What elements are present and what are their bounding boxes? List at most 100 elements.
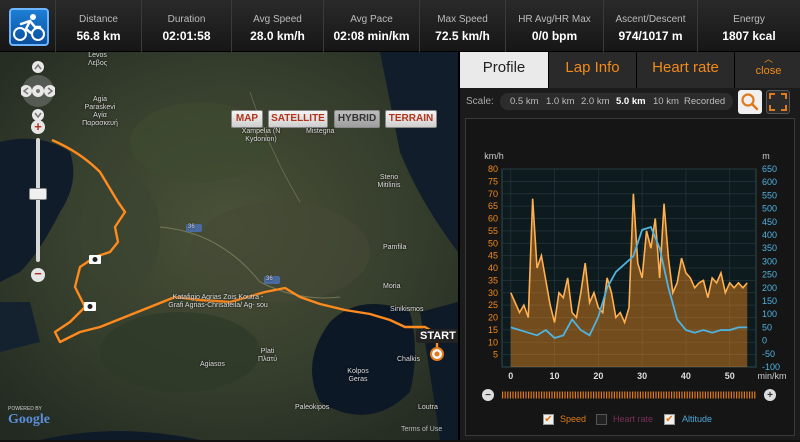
stat-value: 28.0 km/h [250, 29, 305, 43]
range-left-glyph: − [485, 390, 491, 401]
y-left-axis-label: km/h [484, 151, 504, 161]
stat-ascent-descent: Ascent/Descent 974/1017 m [603, 0, 697, 52]
y-right-tick-label: 650 [762, 164, 777, 174]
legend-heart-rate-label: Heart rate [613, 414, 654, 424]
y-right-tick-label: 400 [762, 230, 777, 240]
stat-energy: Energy 1807 kcal [697, 0, 800, 52]
y-left-tick-label: 40 [488, 263, 498, 273]
x-tick-label: 30 [637, 371, 647, 381]
stat-value: 974/1017 m [618, 29, 683, 43]
y-right-tick-label: 450 [762, 217, 777, 227]
fullscreen-button[interactable] [766, 90, 790, 114]
y-left-tick-label: 80 [488, 164, 498, 174]
legend-speed-checkbox[interactable]: ✔ [543, 414, 554, 425]
tab-heart-rate[interactable]: Heart rate [636, 52, 734, 88]
y-left-tick-label: 75 [488, 176, 498, 186]
place-label: Kolpos Geras [347, 368, 369, 383]
profile-chart[interactable]: 5101520253035404550556065707580-100-5005… [466, 119, 796, 437]
stat-distance: Distance 56.8 km [55, 0, 141, 52]
place-label: Sinikismos [390, 306, 424, 313]
stat-heart-rate: HR Avg/HR Max 0/0 bpm [505, 0, 603, 52]
scale-option-selected[interactable]: 5.0 km [616, 96, 646, 107]
google-logo: Google [8, 412, 50, 427]
stat-label: Avg Pace [350, 14, 393, 25]
expand-icon [769, 93, 787, 111]
map-type-satellite[interactable]: SATELLITE [268, 110, 328, 128]
y-right-tick-label: -50 [762, 349, 775, 359]
tab-profile[interactable]: Profile [460, 52, 548, 88]
stat-value: 56.8 km [76, 29, 121, 43]
y-right-tick-label: 200 [762, 283, 777, 293]
place-label: Xampelia (N Kydonion) [241, 128, 281, 143]
stat-label: Energy [733, 14, 765, 25]
legend-heart-rate-checkbox[interactable] [596, 414, 607, 425]
y-left-tick-label: 60 [488, 214, 498, 224]
stat-label: Duration [167, 14, 206, 25]
y-left-tick-label: 50 [488, 238, 498, 248]
stat-value: 02:01:58 [162, 29, 211, 43]
zoom-slider-handle[interactable] [29, 188, 47, 200]
scale-option[interactable]: 0.5 km [510, 96, 539, 107]
map-type-terrain[interactable]: TERRAIN [385, 110, 437, 128]
stat-label: HR Avg/HR Max [518, 14, 591, 25]
y-left-tick-label: 25 [488, 300, 498, 310]
y-right-tick-label: 300 [762, 256, 777, 266]
y-left-tick-label: 45 [488, 251, 498, 261]
stats-bar: Distance 56.8 km Duration 02:01:58 Avg S… [0, 0, 800, 52]
magnifier-icon [741, 93, 759, 111]
place-label: Plati Πλατύ [258, 348, 278, 363]
zoom-in-button[interactable]: + [31, 120, 45, 134]
scale-option[interactable]: 2.0 km [581, 96, 610, 107]
close-button[interactable]: ︿ close [734, 52, 800, 88]
stat-label: Ascent/Descent [615, 14, 686, 25]
place-label: Agiasos [200, 361, 225, 368]
range-right-glyph: + [767, 390, 773, 401]
stat-label: Avg Speed [253, 14, 302, 25]
y-right-tick-label: 600 [762, 177, 777, 187]
y-left-tick-label: 15 [488, 325, 498, 335]
zoom-out-button[interactable]: − [31, 267, 45, 282]
place-label: Mistegna [306, 128, 335, 135]
stat-avg-pace: Avg Pace 02:08 min/km [323, 0, 419, 52]
y-right-axis-label: m [762, 151, 770, 161]
map-type-hybrid[interactable]: HYBRID [334, 110, 380, 128]
scale-option[interactable]: Recorded [684, 96, 725, 107]
route-map[interactable]: + − MAP SATELLITE HYBRID TERRAIN Levos Λε… [0, 52, 458, 440]
scale-option[interactable]: 1.0 km [546, 96, 575, 107]
legend-speed-label: Speed [560, 414, 587, 424]
place-label: Chalkis [397, 356, 420, 363]
place-label: Steno Mitilinis [377, 174, 401, 189]
cycling-icon[interactable] [9, 8, 49, 46]
stat-value: 0/0 bpm [531, 29, 578, 43]
place-label: Moria [383, 283, 401, 290]
pan-control[interactable] [21, 59, 55, 123]
x-tick-label: 20 [593, 371, 603, 381]
map-type-map[interactable]: MAP [231, 110, 263, 128]
zoom-slider-track[interactable] [36, 138, 40, 262]
y-left-tick-label: 65 [488, 201, 498, 211]
zoom-chart-button[interactable] [738, 90, 762, 114]
y-right-tick-label: 100 [762, 309, 777, 319]
stat-duration: Duration 02:01:58 [141, 0, 231, 52]
x-tick-label: 50 [725, 371, 735, 381]
start-label: START [416, 329, 458, 343]
legend-altitude-label: Altitude [682, 414, 713, 424]
legend-altitude-checkbox[interactable]: ✔ [664, 414, 675, 425]
stat-value: 72.5 km/h [435, 29, 490, 43]
y-left-tick-label: 10 [488, 337, 498, 347]
stat-label: Max Speed [437, 14, 488, 25]
y-right-tick-label: 50 [762, 322, 772, 332]
x-tick-label: 0 [508, 371, 513, 381]
scale-option[interactable]: 10 km [653, 96, 679, 107]
close-label: close [755, 65, 782, 77]
x-tick-label: 10 [550, 371, 560, 381]
stat-label: Distance [79, 14, 118, 25]
y-left-tick-label: 20 [488, 313, 498, 323]
y-left-tick-label: 30 [488, 288, 498, 298]
terms-link[interactable]: Terms of Use [401, 426, 442, 433]
tab-lap-info[interactable]: Lap Info [548, 52, 636, 88]
stat-avg-speed: Avg Speed 28.0 km/h [231, 0, 323, 52]
road-number: 36 [188, 224, 195, 230]
y-right-tick-label: 350 [762, 243, 777, 253]
place-label: Paleokipos [295, 404, 330, 411]
